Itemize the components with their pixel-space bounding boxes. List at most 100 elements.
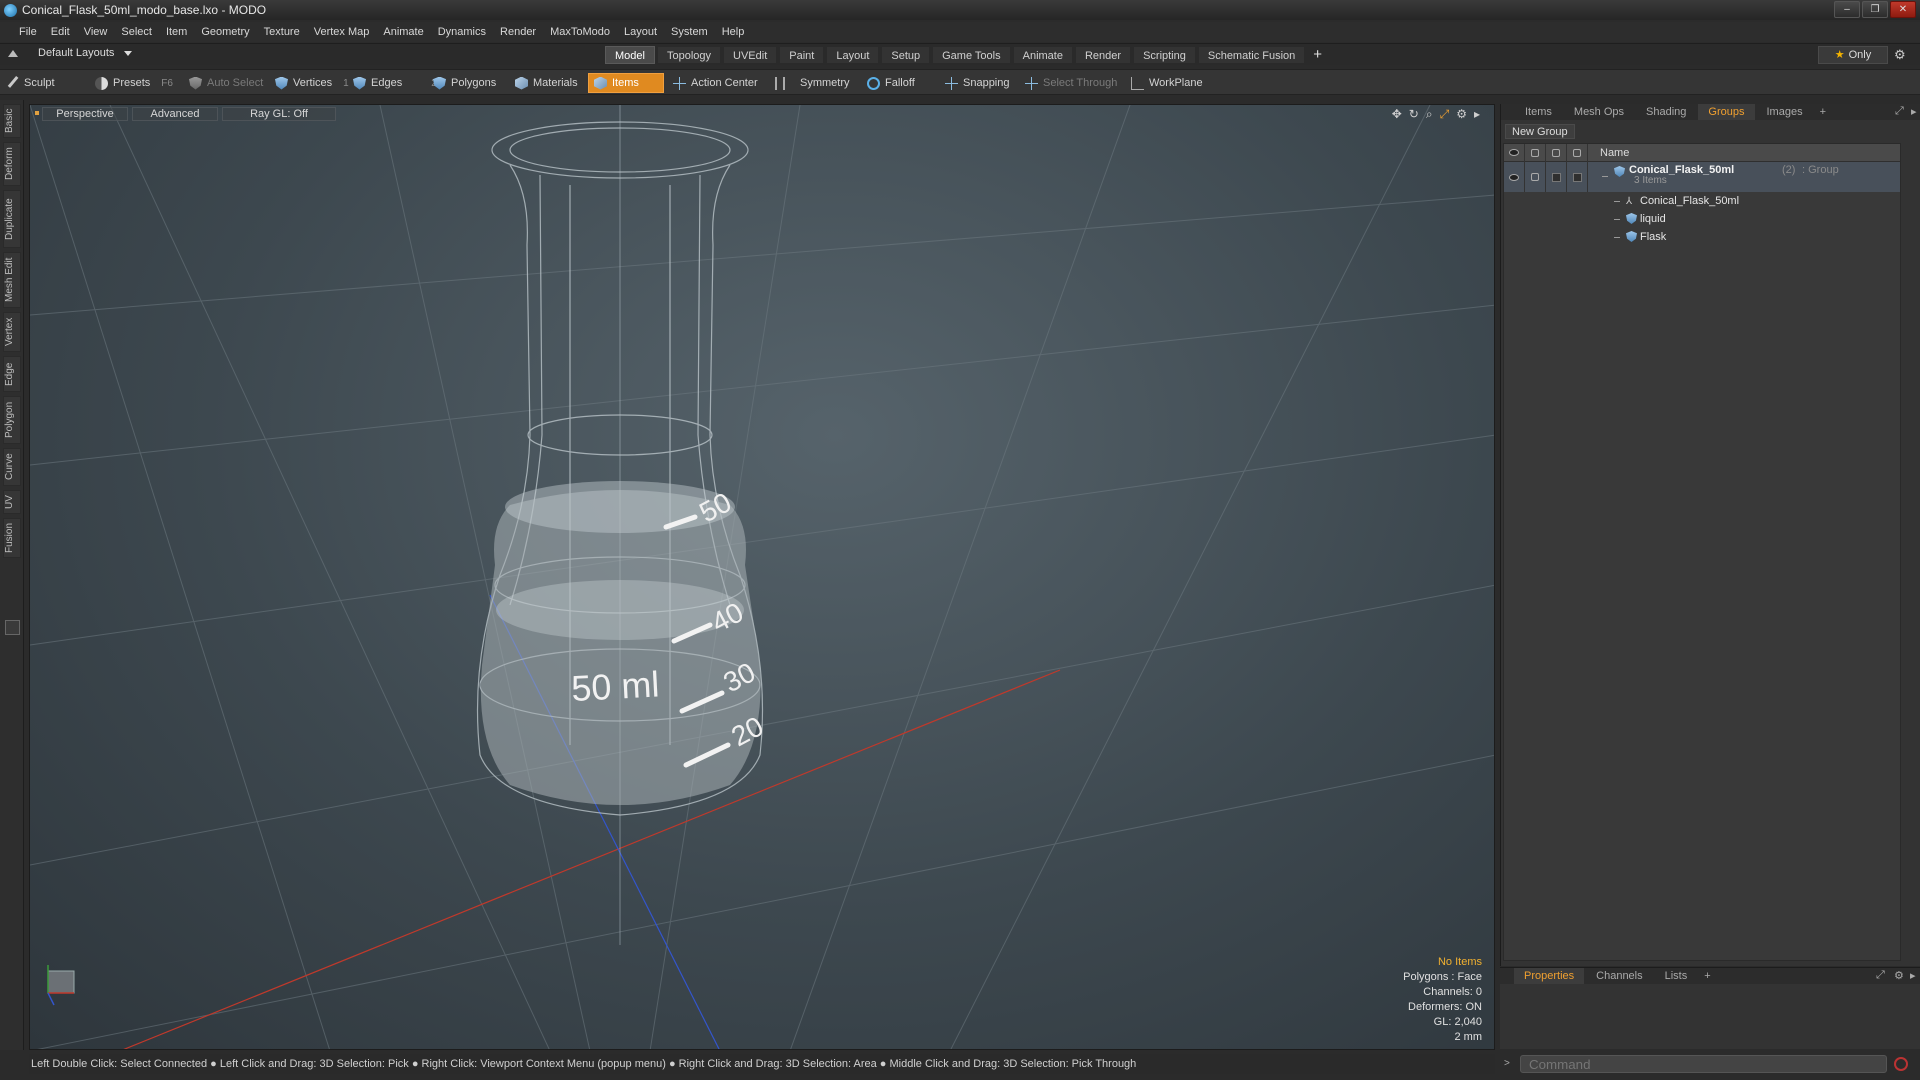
vtab-mesh-edit[interactable]: Mesh Edit bbox=[3, 252, 21, 308]
vtab-curve[interactable]: Curve bbox=[3, 448, 21, 486]
vtab-polygon[interactable]: Polygon bbox=[3, 396, 21, 444]
lower-panel-menu-icon[interactable]: ▸ bbox=[1910, 969, 1916, 982]
vtab-vertex[interactable]: Vertex bbox=[3, 312, 21, 352]
select-through-button[interactable]: Select Through bbox=[1020, 73, 1122, 93]
rotate-icon[interactable]: ↻ bbox=[1409, 107, 1419, 122]
menu-layout[interactable]: Layout bbox=[617, 22, 664, 42]
lower-panel-expand-icon[interactable]: ⤢ bbox=[1876, 969, 1885, 982]
menu-vertex-map[interactable]: Vertex Map bbox=[307, 22, 377, 42]
menu-render[interactable]: Render bbox=[493, 22, 543, 42]
new-group-button[interactable]: New Group bbox=[1505, 124, 1575, 139]
command-history-icon[interactable]: > bbox=[1504, 1058, 1510, 1069]
menu-animate[interactable]: Animate bbox=[376, 22, 430, 42]
only-toggle[interactable]: ★ Only bbox=[1818, 46, 1888, 64]
maximize-button[interactable]: ❐ bbox=[1862, 1, 1888, 18]
lock-column[interactable] bbox=[1546, 143, 1567, 162]
viewport-menu-icon[interactable] bbox=[35, 111, 39, 115]
tab-channels[interactable]: Channels bbox=[1586, 968, 1652, 984]
menu-select[interactable]: Select bbox=[114, 22, 159, 42]
tab-lists[interactable]: Lists bbox=[1655, 968, 1698, 984]
vertices-button[interactable]: Vertices 1 bbox=[270, 73, 354, 93]
workplane-button[interactable]: WorkPlane bbox=[1126, 73, 1208, 93]
panel-menu-icon[interactable]: ▸ bbox=[1911, 105, 1917, 118]
render-column[interactable] bbox=[1525, 143, 1546, 162]
3d-viewport[interactable]: 50 40 30 20 50 ml Perspective Advanced R… bbox=[29, 104, 1495, 1050]
vtab-deform[interactable]: Deform bbox=[3, 142, 21, 186]
tab-schematic-fusion[interactable]: Schematic Fusion bbox=[1197, 46, 1306, 64]
tab-render[interactable]: Render bbox=[1074, 46, 1132, 64]
command-clear-icon[interactable] bbox=[1894, 1057, 1908, 1071]
group-select-icon[interactable] bbox=[1572, 172, 1582, 182]
tree-item-row[interactable]: ⅄ Conical_Flask_50ml bbox=[1504, 192, 1900, 210]
polygons-button[interactable]: Polygons bbox=[428, 73, 501, 93]
fit-icon[interactable]: ⤢ bbox=[1440, 107, 1450, 122]
add-lower-tab-button[interactable]: + bbox=[1699, 968, 1715, 984]
view-mode-dropdown[interactable]: Perspective bbox=[42, 107, 128, 121]
auto-select-button[interactable]: Auto Select bbox=[184, 73, 268, 93]
select-column[interactable] bbox=[1567, 143, 1588, 162]
vtab-fusion[interactable]: Fusion bbox=[3, 518, 21, 558]
viewport-expand-icon[interactable]: ▸ bbox=[1474, 107, 1480, 122]
viewport-settings-icon[interactable]: ⚙ bbox=[1456, 107, 1467, 122]
tab-animate[interactable]: Animate bbox=[1012, 46, 1073, 64]
layout-selector[interactable]: Default Layouts bbox=[8, 47, 133, 59]
tab-images[interactable]: Images bbox=[1757, 104, 1813, 120]
sculpt-button[interactable]: Sculpt bbox=[6, 73, 60, 93]
menu-item[interactable]: Item bbox=[159, 22, 194, 42]
materials-button[interactable]: Materials bbox=[510, 73, 583, 93]
tree-item-row[interactable]: liquid bbox=[1504, 210, 1900, 228]
vtab-uv[interactable]: UV bbox=[3, 490, 21, 514]
visibility-column[interactable] bbox=[1504, 143, 1525, 162]
tab-model[interactable]: Model bbox=[605, 46, 655, 64]
vtab-edge[interactable]: Edge bbox=[3, 356, 21, 392]
command-input[interactable] bbox=[1520, 1055, 1887, 1073]
tab-layout[interactable]: Layout bbox=[826, 46, 880, 64]
falloff-button[interactable]: Falloff bbox=[862, 73, 920, 93]
menu-view[interactable]: View bbox=[77, 22, 115, 42]
lower-panel-settings-icon[interactable]: ⚙ bbox=[1894, 969, 1904, 982]
menu-edit[interactable]: Edit bbox=[44, 22, 77, 42]
tab-properties[interactable]: Properties bbox=[1514, 968, 1585, 984]
vtab-duplicate[interactable]: Duplicate bbox=[3, 190, 21, 248]
menu-system[interactable]: System bbox=[664, 22, 715, 42]
gear-icon[interactable]: ⚙ bbox=[1894, 48, 1908, 62]
collapse-arrow-icon[interactable] bbox=[8, 49, 18, 57]
zoom-icon[interactable]: ⌕ bbox=[1426, 107, 1433, 122]
panel-expand-icon[interactable]: ⤢ bbox=[1895, 105, 1904, 118]
snapping-button[interactable]: Snapping bbox=[940, 73, 1015, 93]
group-row[interactable]: Conical_Flask_50ml (2) : Group 3 Items bbox=[1504, 162, 1900, 192]
tab-topology[interactable]: Topology bbox=[656, 46, 722, 64]
shading-dropdown[interactable]: Advanced bbox=[132, 107, 218, 121]
close-button[interactable]: ✕ bbox=[1890, 1, 1916, 18]
collapse-icon[interactable] bbox=[1602, 176, 1608, 177]
menu-texture[interactable]: Texture bbox=[257, 22, 307, 42]
presets-button[interactable]: Presets F6 bbox=[90, 73, 178, 93]
tab-game-tools[interactable]: Game Tools bbox=[932, 46, 1011, 64]
menu-help[interactable]: Help bbox=[715, 22, 752, 42]
tab-items[interactable]: Items bbox=[1515, 104, 1562, 120]
raygl-dropdown[interactable]: Ray GL: Off bbox=[222, 107, 336, 121]
symmetry-button[interactable]: Symmetry bbox=[770, 73, 855, 93]
tab-paint[interactable]: Paint bbox=[779, 46, 825, 64]
minimize-button[interactable]: – bbox=[1834, 1, 1860, 18]
vtab-basic[interactable]: Basic bbox=[3, 104, 21, 138]
group-lock-icon[interactable] bbox=[1551, 172, 1561, 182]
menu-dynamics[interactable]: Dynamics bbox=[431, 22, 493, 42]
tab-mesh-ops[interactable]: Mesh Ops bbox=[1564, 104, 1634, 120]
items-button[interactable]: Items bbox=[588, 73, 664, 93]
tree-item-row[interactable]: Flask bbox=[1504, 228, 1900, 246]
tab-groups[interactable]: Groups bbox=[1698, 104, 1755, 120]
add-tab-button[interactable]: + bbox=[1307, 46, 1328, 64]
tab-uvedit[interactable]: UVEdit bbox=[723, 46, 778, 64]
menu-file[interactable]: File bbox=[12, 22, 44, 42]
menu-geometry[interactable]: Geometry bbox=[194, 22, 256, 42]
tab-setup[interactable]: Setup bbox=[881, 46, 931, 64]
pan-icon[interactable]: ✥ bbox=[1392, 107, 1402, 122]
group-render-icon[interactable] bbox=[1531, 173, 1539, 181]
action-center-button[interactable]: Action Center bbox=[668, 73, 763, 93]
tab-scripting[interactable]: Scripting bbox=[1133, 46, 1196, 64]
panel-toggle-icon[interactable] bbox=[5, 620, 20, 635]
group-visibility-icon[interactable] bbox=[1509, 173, 1519, 181]
menu-maxtomodo[interactable]: MaxToModo bbox=[543, 22, 617, 42]
add-panel-tab-button[interactable]: + bbox=[1815, 104, 1831, 120]
